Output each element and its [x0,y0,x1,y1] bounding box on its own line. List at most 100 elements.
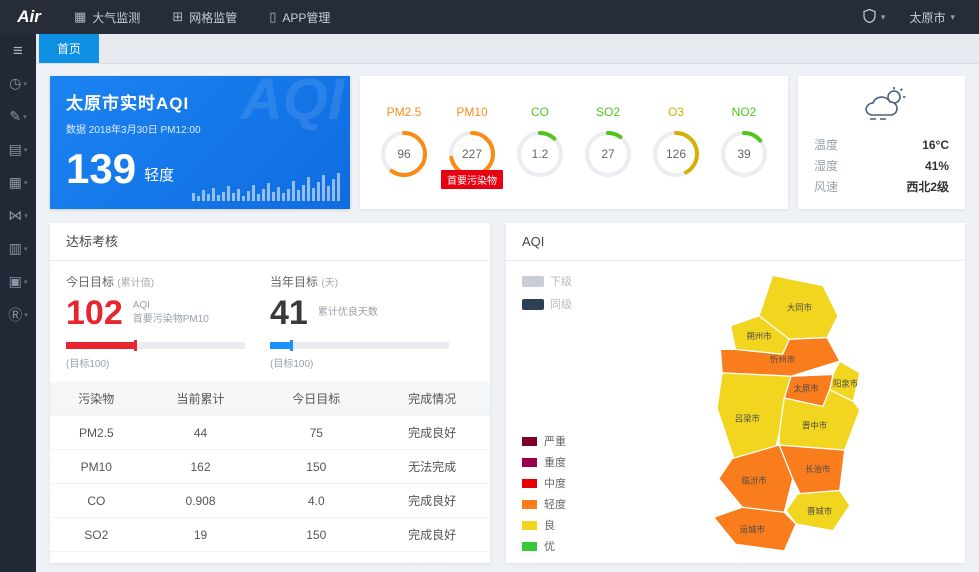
goal-progress-marker [290,340,293,351]
nav-item-app-management[interactable]: ▯ APP管理 [253,0,346,34]
sidebar-item-edit[interactable]: ✎ ▾ [0,100,36,133]
gauge-label: PM10 [441,105,503,119]
chevron-down-icon: ▾ [23,80,27,88]
city-selector[interactable]: 太原市 ▾ [899,0,965,34]
cell-target: 4.0 [258,484,374,518]
cell-current: 41 [143,552,259,564]
table-row: NO2 41 80 完成良好 [50,552,490,564]
chevron-down-icon: ▾ [950,12,955,23]
legend-swatch [522,479,537,488]
gauge-label: PM2.5 [373,105,435,119]
sidebar-item-reports[interactable]: ▣ ▾ [0,265,36,298]
assessment-card-title: 达标考核 [50,223,490,261]
cell-target: 75 [258,416,374,450]
weather-row-temperature: 温度 16°C [814,135,949,156]
legend-swatch [522,299,544,310]
legend-item-lower-level[interactable]: 下级 [522,273,572,289]
legend-item-same-level[interactable]: 同级 [522,296,572,312]
top-row: AQI 太原市实时AQI 数据 2018年3月30日 PM12:00 139 轻… [50,76,965,209]
cell-target: 150 [258,450,374,484]
legend-label: 中度 [544,475,566,491]
aqi-level-legend: 严重 重度 中度 轻度 良 [522,433,566,559]
cloud-sun-icon [814,86,949,127]
chevron-down-icon: ▾ [24,146,28,154]
map-region-yuncheng[interactable] [713,507,795,551]
weather-label: 风速 [814,177,838,198]
legend-label: 良 [544,517,555,533]
aqi-summary-card: AQI 太原市实时AQI 数据 2018年3月30日 PM12:00 139 轻… [50,76,350,209]
nav-item-grid-supervision[interactable]: ⊞ 网格监管 [156,0,253,34]
cell-current: 162 [143,450,259,484]
legend-label: 下级 [550,273,572,289]
legend-swatch [522,521,537,530]
cell-status: 完成良好 [374,484,490,518]
legend-item-good: 良 [522,517,566,533]
goal-unit: (累计值) [117,278,154,289]
goal-line2: 首要污染物PM10 [133,313,209,327]
aqi-sparkline [192,173,340,201]
bottom-row: 达标考核 今日目标 (累计值) 102 AQI 首要污染物PM10 [50,223,965,563]
chevron-down-icon: ▾ [24,179,28,187]
goal-line1: AQI [133,299,209,313]
legend-swatch [522,542,537,551]
column-header: 完成情况 [374,382,490,416]
goal-line1: 累计优良天数 [318,306,378,320]
legend-item-moderate: 中度 [522,475,566,491]
grid-icon: ⊞ [172,9,183,25]
shield-icon [863,9,876,26]
gauge-so2: SO2 27 [577,105,639,180]
sidebar-item-statistics[interactable]: ▥ ▾ [0,232,36,265]
goal-heading: 当年目标 [270,275,318,289]
goal-today: 今日目标 (累计值) 102 AQI 首要污染物PM10 (目 [66,273,270,370]
goal-heading: 今日目标 [66,275,114,289]
table-row: PM10 162 150 无法完成 [50,450,490,484]
chevron-down-icon: ▾ [24,245,28,253]
legend-label: 严重 [544,433,566,449]
gauge-value: 126 [650,128,702,180]
tab-bar: 首页 [36,34,979,64]
gauge-label: SO2 [577,105,639,119]
province-map: 大同市 朔州市 忻州市 阳泉市 太原市 吕梁市 晋中市 临汾市 长治市 晋城市 … [626,267,955,563]
goal-progress-bar [270,342,449,349]
gauge-no2: NO2 39 [713,105,775,180]
gauge-ring: 96 [378,128,430,180]
document-icon: ▤ [9,141,22,158]
map-region-linfen[interactable] [718,445,792,512]
aqi-card-subtitle: 数据 2018年3月30日 PM12:00 [66,121,334,136]
chevron-down-icon: ▾ [881,12,886,23]
sidebar-toggle-button[interactable]: ≡ [0,34,36,67]
goal-progress-marker [134,340,137,351]
goal-value: 102 [66,296,123,330]
weather-value: 16°C [922,135,949,156]
hamburger-icon: ≡ [13,41,23,61]
goal-year: 当年目标 (天) 41 累计优良天数 (目标100) [270,273,474,370]
notification-dropdown[interactable]: ▾ [853,0,896,34]
clipboard-icon: ▣ [9,273,22,290]
table-row: CO 0.908 4.0 完成良好 [50,484,490,518]
nav-item-air-monitoring[interactable]: ▦ 大气监测 [58,0,156,34]
cell-target: 150 [258,518,374,552]
tab-home[interactable]: 首页 [39,34,99,63]
weather-row-humidity: 湿度 41% [814,156,949,177]
sidebar-item-documents[interactable]: ▤ ▾ [0,133,36,166]
legend-label: 轻度 [544,496,566,512]
legend-item-heavy: 重度 [522,454,566,470]
column-header: 今日目标 [258,382,374,416]
cell-pollutant: PM2.5 [50,416,143,450]
legend-label: 同级 [550,296,572,312]
assessment-card: 达标考核 今日目标 (累计值) 102 AQI 首要污染物PM10 [50,223,490,563]
goal-unit: (天) [321,278,338,289]
pollutant-gauges-card: PM2.5 96 PM10 227 [360,76,788,209]
chart-icon: ▦ [74,9,86,25]
legend-item-light: 轻度 [522,496,566,512]
weather-card: 温度 16°C 湿度 41% 风速 西北2级 [798,76,965,209]
sidebar-item-network[interactable]: ⋈ ▾ [0,199,36,232]
gauge-ring: 1.2 [514,128,566,180]
sidebar-item-analytics[interactable]: ▦ ▾ [0,166,36,199]
bar-chart-icon: ▥ [9,240,22,257]
gauge-value: 39 [718,128,770,180]
sidebar-item-registry[interactable]: Ⓡ ▾ [0,298,36,331]
legend-label: 优 [544,538,555,554]
nav-item-label: 网格监管 [189,9,237,26]
sidebar-item-realtime[interactable]: ◷ ▾ [0,67,36,100]
